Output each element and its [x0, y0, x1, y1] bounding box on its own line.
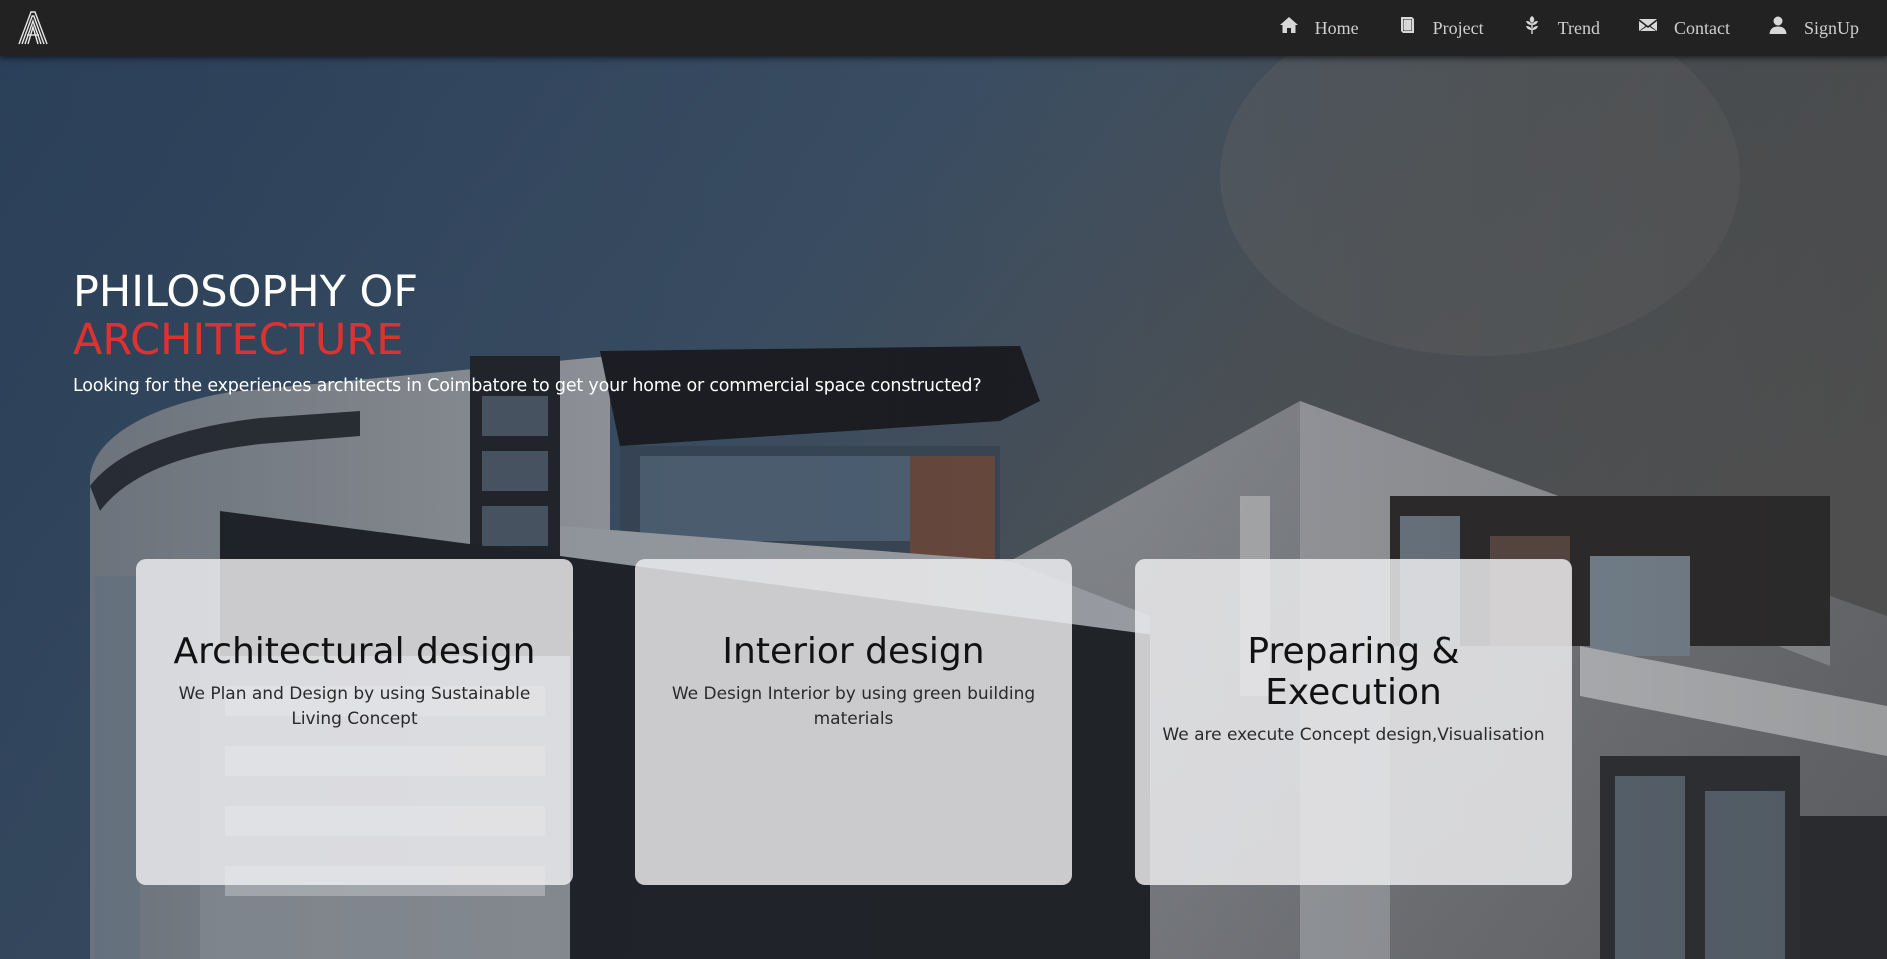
hero-text-block: PHILOSOPHY OF ARCHITECTURE Looking for t… — [73, 267, 982, 396]
logo-icon[interactable] — [17, 11, 49, 45]
hero-title-line2: ARCHITECTURE — [73, 315, 404, 365]
card-description: We are execute Concept design,Visualisat… — [1162, 725, 1545, 745]
nav-home[interactable]: Home — [1279, 17, 1359, 39]
hero-title-line1: PHILOSOPHY OF — [73, 267, 419, 317]
wheat-icon — [1525, 16, 1538, 34]
home-icon — [1279, 17, 1298, 33]
nav-signup[interactable]: SignUp — [1768, 16, 1859, 39]
card-description: We Design Interior by using green buildi… — [671, 684, 1036, 729]
hero-section: PHILOSOPHY OF ARCHITECTURE Looking for t… — [0, 56, 1887, 959]
card-title: Architectural design — [173, 631, 536, 672]
top-navbar: Home Project Trend Contact SignUp — [0, 0, 1887, 56]
card-description: We Plan and Design by using Sustainable … — [178, 684, 531, 729]
nav-signup-label: SignUp — [1803, 17, 1859, 38]
nav-trend[interactable]: Trend — [1522, 16, 1600, 39]
nav-project-label: Project — [1432, 17, 1484, 38]
card-title: Interior design — [722, 631, 985, 672]
service-card-architectural[interactable]: Architectural design We Plan and Design … — [136, 559, 573, 885]
service-card-execution[interactable]: Preparing & Execution We are execute Con… — [1135, 559, 1572, 885]
book-icon — [1400, 17, 1414, 33]
envelope-icon — [1638, 19, 1657, 31]
nav-project[interactable]: Project — [1397, 17, 1484, 39]
nav-contact[interactable]: Contact — [1638, 18, 1730, 39]
nav-contact-label: Contact — [1673, 17, 1730, 38]
nav-trend-label: Trend — [1557, 17, 1600, 38]
nav-home-label: Home — [1314, 17, 1359, 38]
nav-menu: Home Project Trend Contact SignUp — [1241, 0, 1859, 56]
hero-subtitle: Looking for the experiences architects i… — [73, 376, 982, 396]
card-title: Preparing & Execution — [1247, 631, 1460, 713]
services-cards: Architectural design We Plan and Design … — [136, 559, 1572, 885]
user-icon — [1769, 16, 1787, 34]
service-card-interior[interactable]: Interior design We Design Interior by us… — [635, 559, 1072, 885]
